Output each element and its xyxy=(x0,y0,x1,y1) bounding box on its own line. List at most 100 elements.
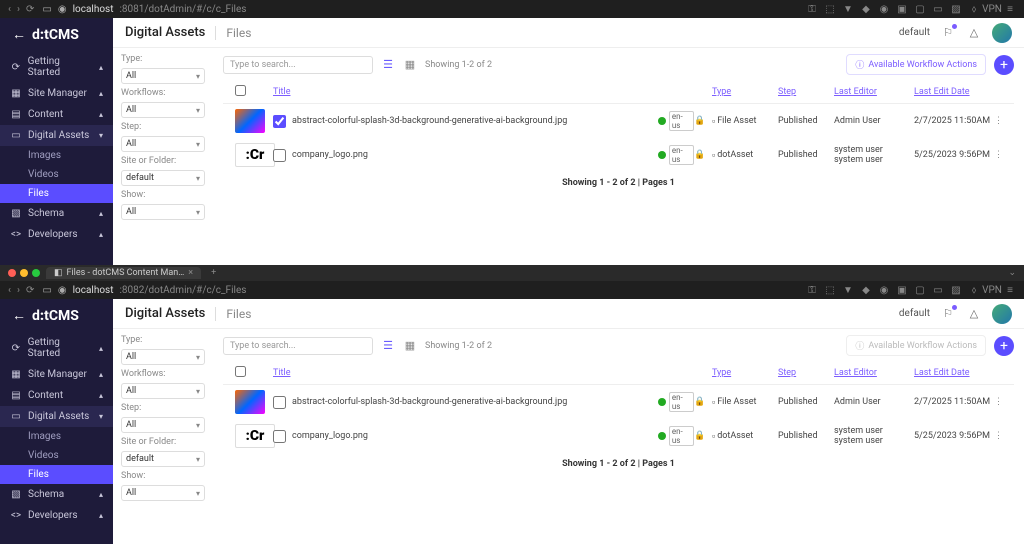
new-tab-icon[interactable]: + xyxy=(207,268,220,278)
ext1-icon[interactable]: ◆ xyxy=(860,3,872,15)
sidebar-item-schema[interactable]: ▧Schema▴ xyxy=(0,484,113,505)
ext7-icon[interactable]: ⬨ xyxy=(968,3,980,15)
avatar[interactable] xyxy=(992,23,1012,43)
row-menu-icon[interactable]: ⋮ xyxy=(994,431,1014,441)
ext4-icon[interactable]: ▢ xyxy=(914,3,926,15)
filter-folder-select[interactable]: default▾ xyxy=(121,451,205,467)
tab-close-icon[interactable]: × xyxy=(188,268,193,278)
search-input[interactable]: Type to search... xyxy=(223,337,373,355)
bell-icon[interactable]: △ xyxy=(966,306,982,322)
col-title[interactable]: Title xyxy=(273,87,658,97)
nav-reload-icon[interactable]: ⟳ xyxy=(26,4,34,15)
window-close-icon[interactable] xyxy=(8,269,16,277)
filter-type-select[interactable]: All▾ xyxy=(121,68,205,84)
ext5-icon[interactable]: ▭ xyxy=(932,3,944,15)
browser-tab[interactable]: ◧Files - dotCMS Content Man…× xyxy=(46,267,201,279)
col-editor[interactable]: Last Editor xyxy=(834,368,914,378)
row-menu-icon[interactable]: ⋮ xyxy=(994,397,1014,407)
filter-step-select[interactable]: All▾ xyxy=(121,417,205,433)
row-checkbox[interactable] xyxy=(273,149,286,162)
filter-workflows-select[interactable]: All▾ xyxy=(121,383,205,399)
ext5-icon[interactable]: ▭ xyxy=(932,284,944,296)
sidebar-sub-files[interactable]: Files xyxy=(0,465,113,484)
nav-back-icon[interactable]: ‹ xyxy=(8,285,11,296)
select-all-checkbox[interactable] xyxy=(235,366,246,377)
row-checkbox[interactable] xyxy=(273,430,286,443)
vpn-badge[interactable]: VPN xyxy=(986,284,998,296)
sidebar-item-digital-assets[interactable]: ▭Digital Assets▾ xyxy=(0,406,113,427)
row-menu-icon[interactable]: ⋮ xyxy=(994,150,1014,160)
perm-icon[interactable]: ⬚ xyxy=(824,3,836,15)
avatar[interactable] xyxy=(992,304,1012,324)
ext7-icon[interactable]: ⬨ xyxy=(968,284,980,296)
row-menu-icon[interactable]: ⋮ xyxy=(994,116,1014,126)
list-view-icon[interactable]: ☰ xyxy=(381,339,395,352)
ext4-icon[interactable]: ▢ xyxy=(914,284,926,296)
sidebar-item-content[interactable]: ▤Content▴ xyxy=(0,104,113,125)
ext1-icon[interactable]: ◆ xyxy=(860,284,872,296)
crumb-section[interactable]: Digital Assets xyxy=(125,25,205,40)
announce-icon[interactable]: ⚐ xyxy=(940,25,956,41)
col-type[interactable]: Type xyxy=(712,87,778,97)
sidebar-item-digital-assets[interactable]: ▭Digital Assets▾ xyxy=(0,125,113,146)
search-input[interactable]: Type to search... xyxy=(223,56,373,74)
window-max-icon[interactable] xyxy=(32,269,40,277)
sidebar-sub-files[interactable]: Files xyxy=(0,184,113,203)
filter-type-select[interactable]: All▾ xyxy=(121,349,205,365)
ext2-icon[interactable]: ◉ xyxy=(878,284,890,296)
col-step[interactable]: Step xyxy=(778,87,834,97)
menu-icon[interactable]: ≡ xyxy=(1004,284,1016,296)
address-bar[interactable]: ▭ ◉ localhost:8082/dotAdmin/#/c/c_Files xyxy=(42,285,798,296)
list-view-icon[interactable]: ☰ xyxy=(381,58,395,71)
workflow-actions-button[interactable]: ⓘAvailable Workflow Actions xyxy=(846,54,986,75)
key-icon[interactable]: ⚿ xyxy=(806,284,818,296)
col-date[interactable]: Last Edit Date xyxy=(914,368,994,378)
ext6-icon[interactable]: ▨ xyxy=(950,284,962,296)
ext6-icon[interactable]: ▨ xyxy=(950,3,962,15)
filter-show-select[interactable]: All▾ xyxy=(121,485,205,501)
col-editor[interactable]: Last Editor xyxy=(834,87,914,97)
row-checkbox[interactable] xyxy=(273,396,286,409)
filter-step-select[interactable]: All▾ xyxy=(121,136,205,152)
crumb-section[interactable]: Digital Assets xyxy=(125,306,205,321)
sidebar-item-content[interactable]: ▤Content▴ xyxy=(0,385,113,406)
sidebar-item-getting-started[interactable]: ⟳Getting Started▴ xyxy=(0,332,113,364)
table-row[interactable]: :Cr company_logo.png en-us 🔒 ▫dotAsset P… xyxy=(223,138,1014,172)
back-icon[interactable]: ← xyxy=(12,26,26,43)
col-date[interactable]: Last Edit Date xyxy=(914,87,994,97)
row-checkbox[interactable] xyxy=(273,115,286,128)
key-icon[interactable]: ⚿ xyxy=(806,3,818,15)
ext3-icon[interactable]: ▣ xyxy=(896,3,908,15)
col-step[interactable]: Step xyxy=(778,368,834,378)
site-info-icon[interactable]: ▭ xyxy=(42,4,51,15)
ext2-icon[interactable]: ◉ xyxy=(878,3,890,15)
sidebar-sub-images[interactable]: Images xyxy=(0,146,113,165)
nav-fwd-icon[interactable]: › xyxy=(17,4,20,15)
select-all-checkbox[interactable] xyxy=(235,85,246,96)
back-icon[interactable]: ← xyxy=(12,307,26,324)
site-info-icon[interactable]: ▭ xyxy=(42,285,51,296)
filter-folder-select[interactable]: default▾ xyxy=(121,170,205,186)
bell-icon[interactable]: △ xyxy=(966,25,982,41)
filter-workflows-select[interactable]: All▾ xyxy=(121,102,205,118)
announce-icon[interactable]: ⚐ xyxy=(940,306,956,322)
perm-icon[interactable]: ⬚ xyxy=(824,284,836,296)
grid-view-icon[interactable]: ▦ xyxy=(403,339,417,352)
col-title[interactable]: Title xyxy=(273,368,658,378)
table-row[interactable]: abstract-colorful-splash-3d-background-g… xyxy=(223,104,1014,138)
shield-icon[interactable]: ▼ xyxy=(842,3,854,15)
nav-fwd-icon[interactable]: › xyxy=(17,285,20,296)
sidebar-item-getting-started[interactable]: ⟳Getting Started▴ xyxy=(0,51,113,83)
sidebar-item-developers[interactable]: <>Developers▴ xyxy=(0,505,113,526)
col-type[interactable]: Type xyxy=(712,368,778,378)
sidebar-sub-videos[interactable]: Videos xyxy=(0,446,113,465)
vpn-badge[interactable]: VPN xyxy=(986,3,998,15)
table-row[interactable]: abstract-colorful-splash-3d-background-g… xyxy=(223,385,1014,419)
nav-back-icon[interactable]: ‹ xyxy=(8,4,11,15)
sidebar-sub-videos[interactable]: Videos xyxy=(0,165,113,184)
sidebar-sub-images[interactable]: Images xyxy=(0,427,113,446)
add-button[interactable]: + xyxy=(994,336,1014,356)
sidebar-item-developers[interactable]: <>Developers▴ xyxy=(0,224,113,245)
add-button[interactable]: + xyxy=(994,55,1014,75)
sidebar-item-site-manager[interactable]: ▦Site Manager▴ xyxy=(0,364,113,385)
